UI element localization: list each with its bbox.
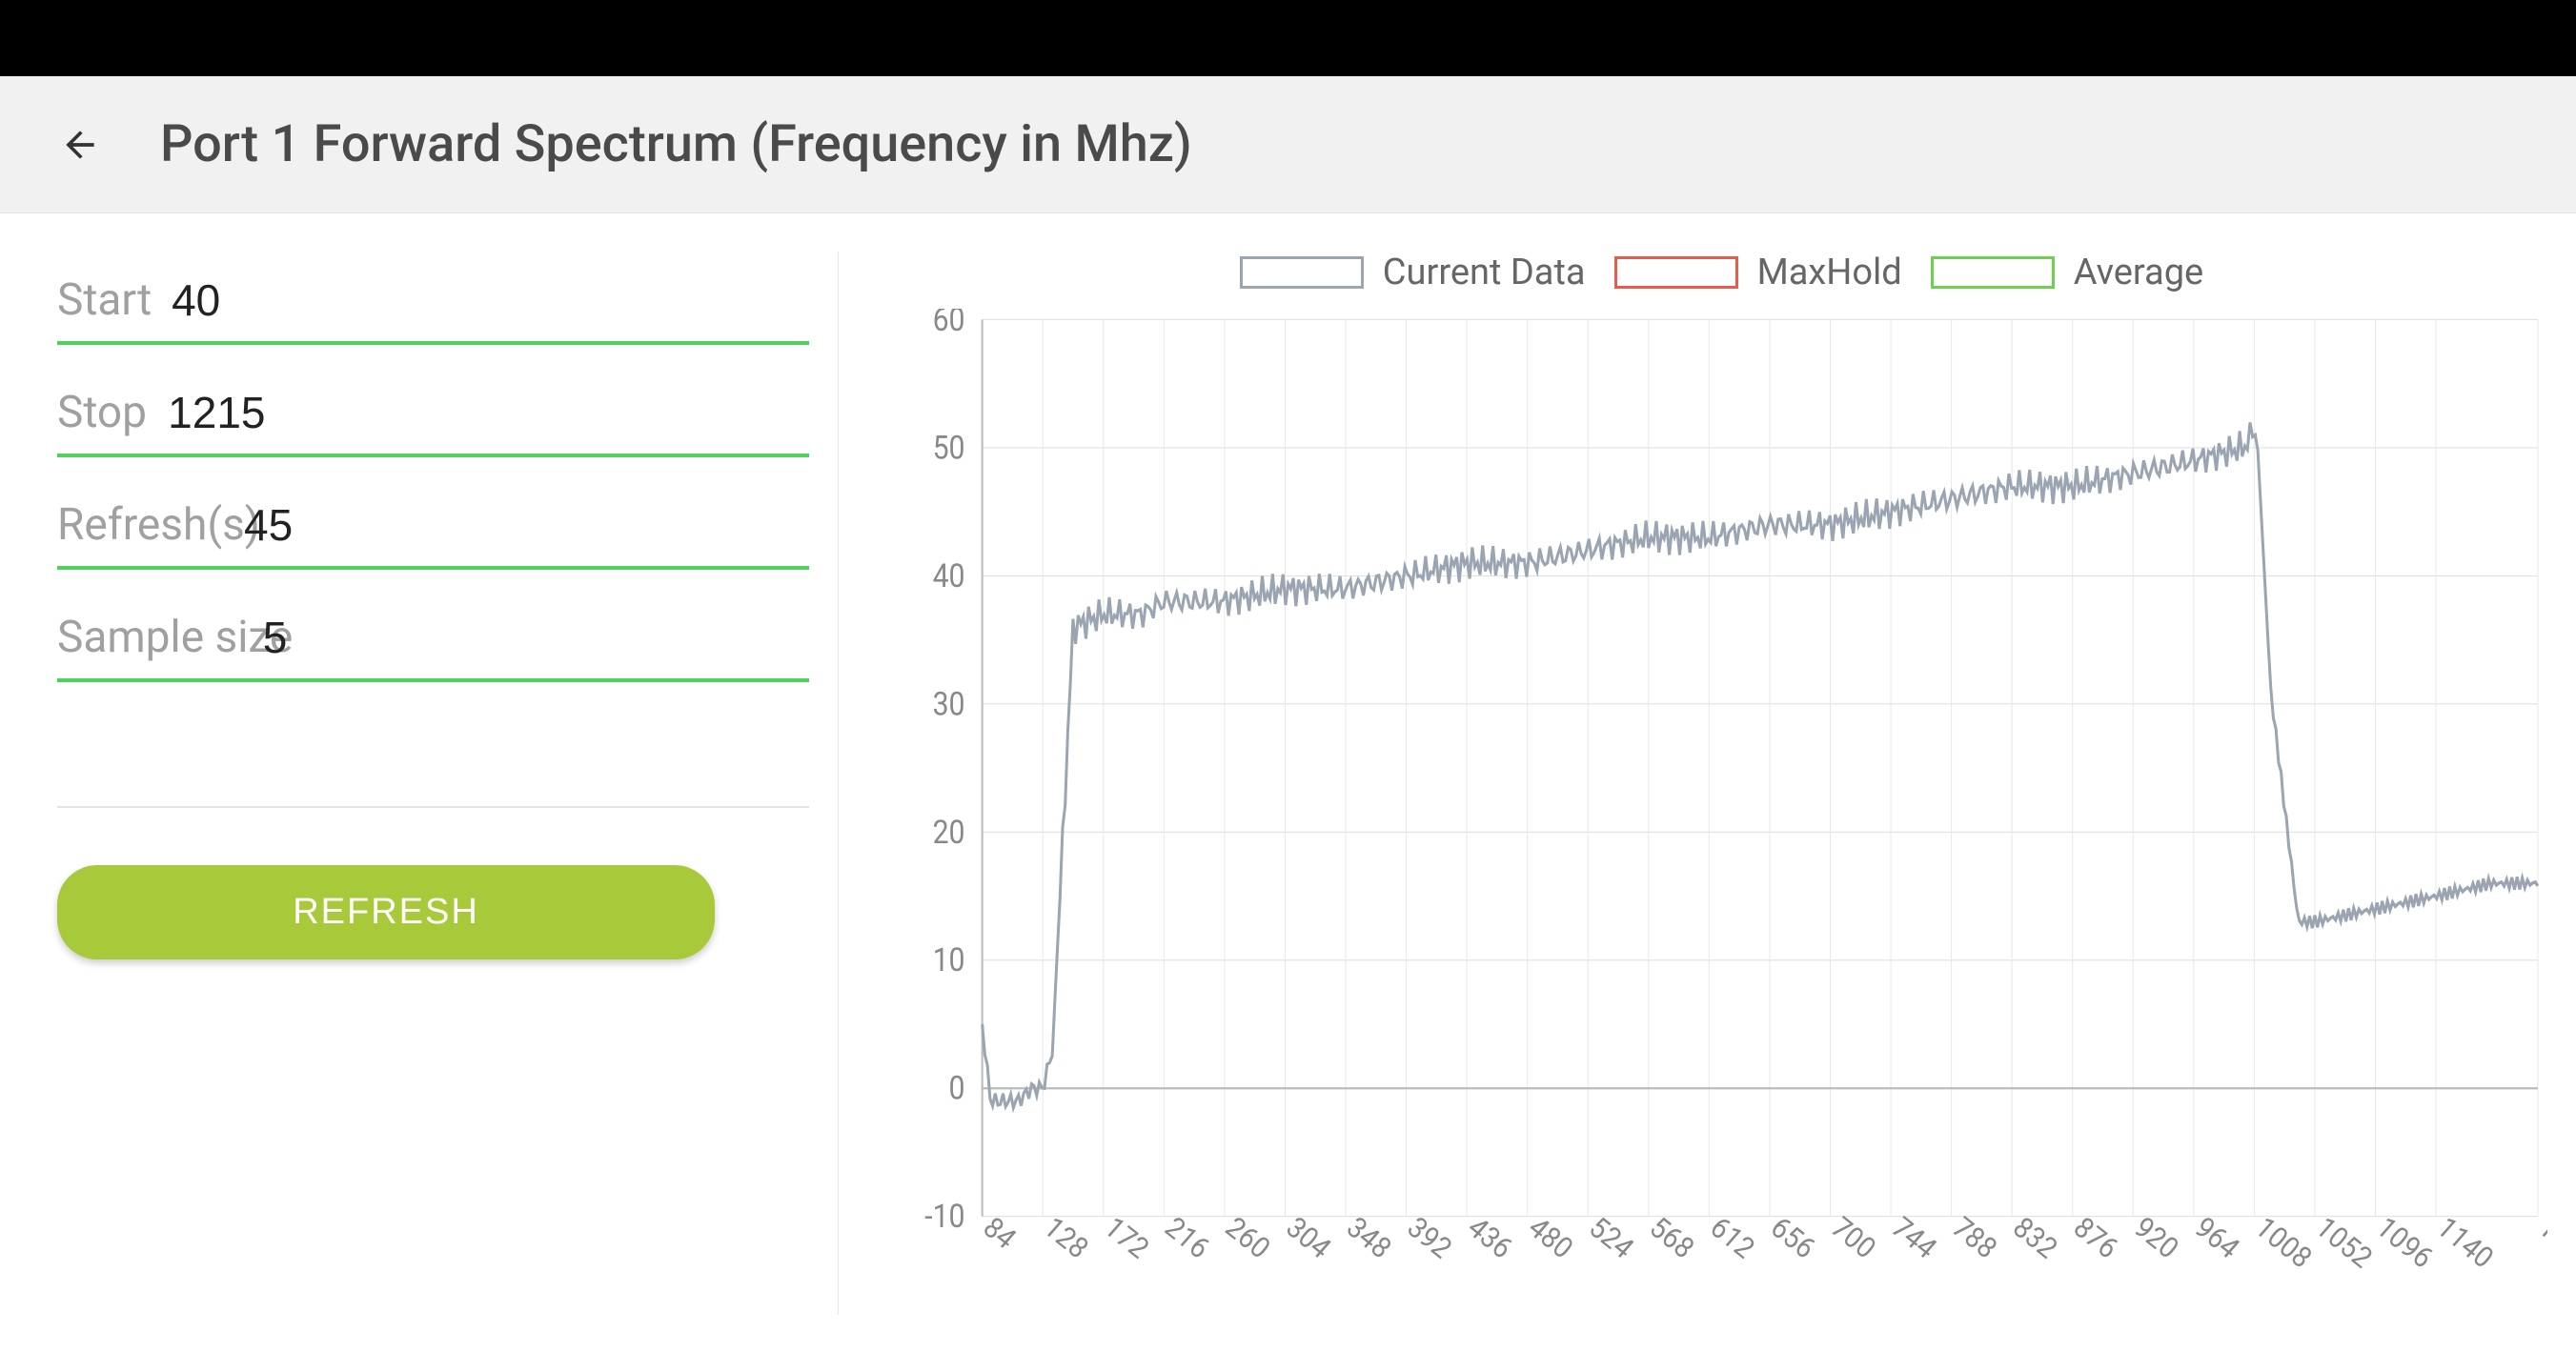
- svg-text:1140: 1140: [2432, 1209, 2498, 1277]
- refresh-s-label: Refresh(s): [57, 499, 210, 551]
- svg-text:128: 128: [1039, 1209, 1092, 1267]
- svg-text:480: 480: [1523, 1209, 1576, 1267]
- legend-item-current-data: Current Data: [1240, 252, 1586, 293]
- back-button[interactable]: [57, 122, 103, 168]
- controls-divider: [57, 806, 809, 808]
- svg-text:832: 832: [2008, 1209, 2061, 1267]
- start-label: Start: [57, 274, 137, 326]
- chart-area: Current Data MaxHold Average -1001020304…: [877, 252, 2547, 1315]
- svg-text:964: 964: [2190, 1209, 2243, 1267]
- legend: Current Data MaxHold Average: [896, 252, 2547, 293]
- svg-text:348: 348: [1342, 1209, 1395, 1267]
- svg-text:568: 568: [1645, 1209, 1698, 1267]
- sample-size-field[interactable]: Sample size: [57, 589, 809, 682]
- legend-swatch-average: [1931, 256, 2055, 289]
- svg-text:1096: 1096: [2371, 1209, 2437, 1277]
- svg-text:172: 172: [1100, 1209, 1153, 1267]
- svg-text:30: 30: [933, 684, 965, 722]
- refresh-s-field[interactable]: Refresh(s): [57, 476, 809, 570]
- page-title: Port 1 Forward Spectrum (Frequency in Mh…: [160, 114, 1192, 174]
- svg-text:876: 876: [2068, 1209, 2121, 1267]
- stop-label: Stop: [57, 387, 133, 438]
- svg-text:0: 0: [949, 1069, 965, 1107]
- svg-text:20: 20: [933, 813, 965, 851]
- svg-text:656: 656: [1766, 1209, 1819, 1267]
- start-field[interactable]: Start: [57, 252, 809, 345]
- svg-text:10: 10: [933, 940, 965, 979]
- svg-text:50: 50: [933, 429, 965, 467]
- svg-text:744: 744: [1887, 1209, 1940, 1267]
- stop-input[interactable]: [168, 387, 809, 438]
- controls-panel: Start Stop Refresh(s) Sample size REFRES…: [57, 252, 839, 1315]
- svg-text:-10: -10: [924, 1197, 964, 1235]
- svg-text:1214: 1214: [2534, 1209, 2547, 1277]
- refresh-s-input[interactable]: [244, 499, 809, 551]
- page-header: Port 1 Forward Spectrum (Frequency in Mh…: [0, 76, 2576, 213]
- start-input[interactable]: [172, 274, 809, 326]
- svg-text:612: 612: [1705, 1209, 1758, 1267]
- main-content: Start Stop Refresh(s) Sample size REFRES…: [0, 213, 2576, 1372]
- svg-text:260: 260: [1221, 1209, 1274, 1267]
- legend-swatch-maxhold: [1614, 256, 1738, 289]
- svg-text:524: 524: [1584, 1209, 1637, 1267]
- svg-text:700: 700: [1826, 1209, 1879, 1267]
- arrow-left-icon: [59, 124, 101, 166]
- svg-text:40: 40: [933, 556, 965, 595]
- sample-size-input[interactable]: [263, 612, 809, 663]
- legend-swatch-current-data: [1240, 256, 1364, 289]
- system-topbar: [0, 0, 2576, 76]
- svg-text:1052: 1052: [2311, 1209, 2377, 1277]
- svg-text:304: 304: [1281, 1209, 1334, 1267]
- legend-label-current-data: Current Data: [1383, 252, 1586, 293]
- legend-label-average: Average: [2074, 252, 2203, 293]
- svg-text:788: 788: [1947, 1209, 2000, 1267]
- legend-item-average: Average: [1931, 252, 2203, 293]
- svg-text:1008: 1008: [2250, 1209, 2316, 1277]
- sample-size-label: Sample size: [57, 612, 229, 663]
- stop-field[interactable]: Stop: [57, 364, 809, 457]
- chart-wrap: -100102030405060841281722162603043483924…: [896, 309, 2547, 1315]
- legend-label-maxhold: MaxHold: [1757, 252, 1902, 293]
- refresh-button[interactable]: REFRESH: [57, 865, 715, 959]
- legend-item-maxhold: MaxHold: [1614, 252, 1902, 293]
- svg-text:60: 60: [933, 309, 965, 338]
- spectrum-chart: -100102030405060841281722162603043483924…: [896, 309, 2547, 1315]
- svg-text:920: 920: [2129, 1209, 2182, 1267]
- svg-text:436: 436: [1463, 1209, 1516, 1267]
- svg-text:216: 216: [1160, 1209, 1213, 1267]
- svg-text:392: 392: [1402, 1209, 1455, 1267]
